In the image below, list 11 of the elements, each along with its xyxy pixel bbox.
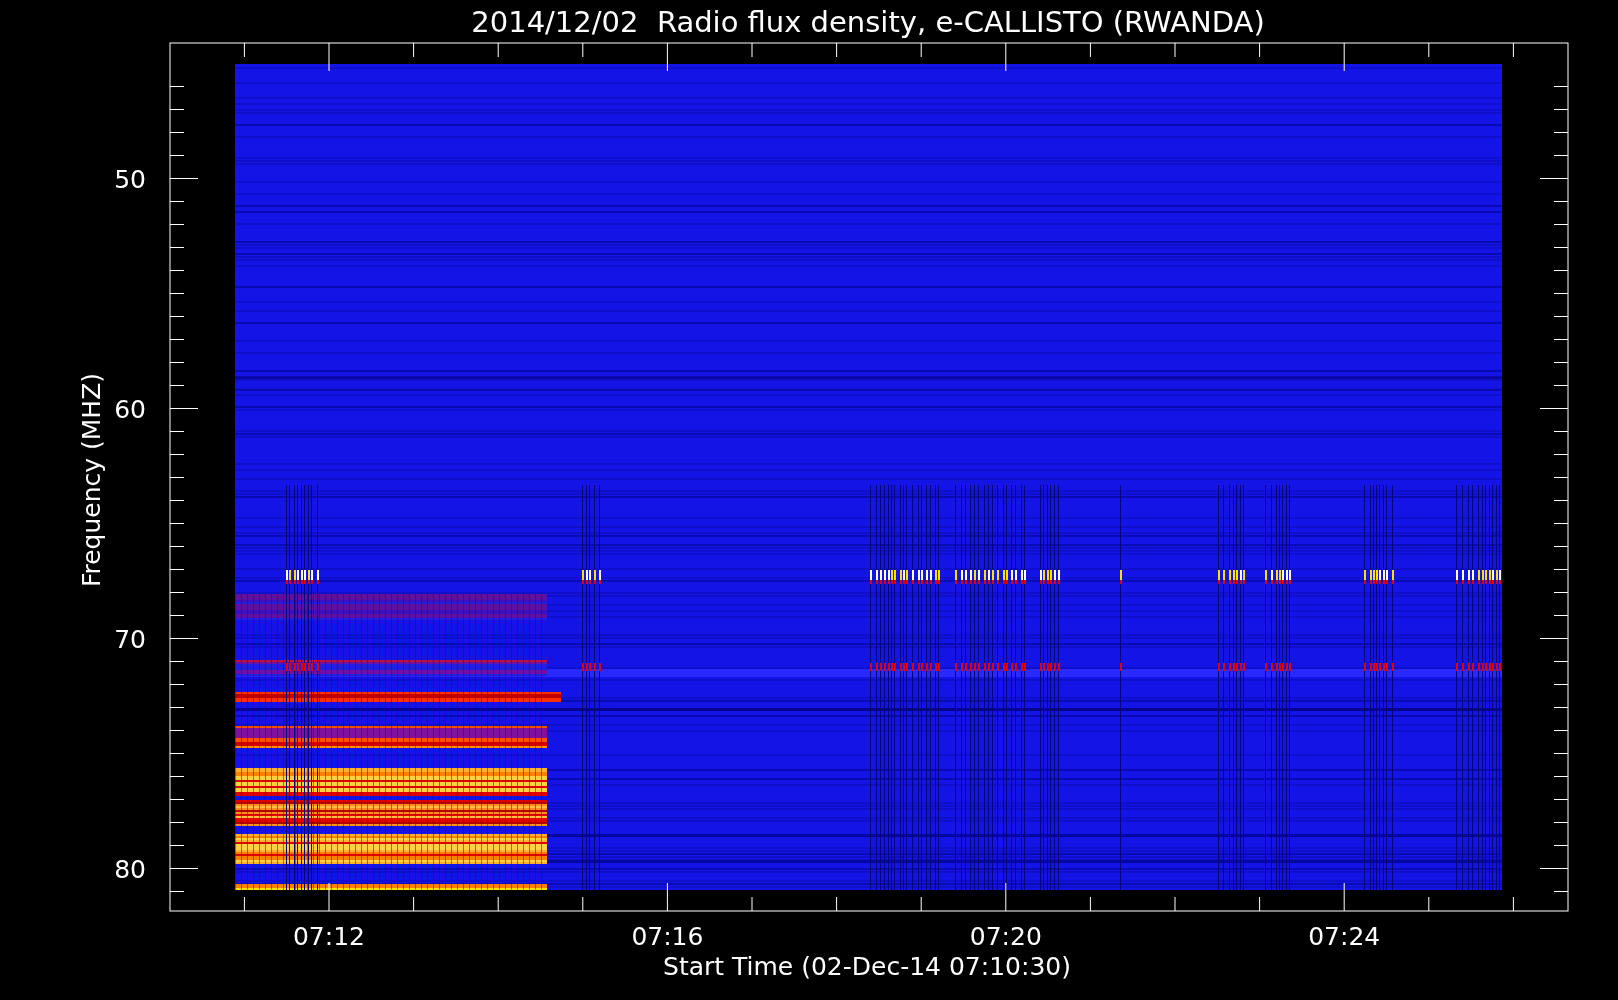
x-axis-label: Start Time (02-Dec-14 07:10:30) <box>663 952 1071 981</box>
y-tick-label: 50 <box>114 164 146 194</box>
y-tick-label: 70 <box>114 624 146 654</box>
chart-title: 2014/12/02 Radio flux density, e-CALLISTO (RWANDA) <box>471 5 1265 39</box>
x-tick-label: 07:24 <box>1308 922 1381 951</box>
x-tick-label: 07:20 <box>969 922 1042 951</box>
y-axis-label: Frequency (MHZ) <box>77 372 106 588</box>
y-tick-label: 80 <box>114 854 146 884</box>
x-tick-label: 07:12 <box>293 922 365 951</box>
y-tick-label: 60 <box>114 394 146 424</box>
x-tick-label: 07:16 <box>631 922 704 951</box>
